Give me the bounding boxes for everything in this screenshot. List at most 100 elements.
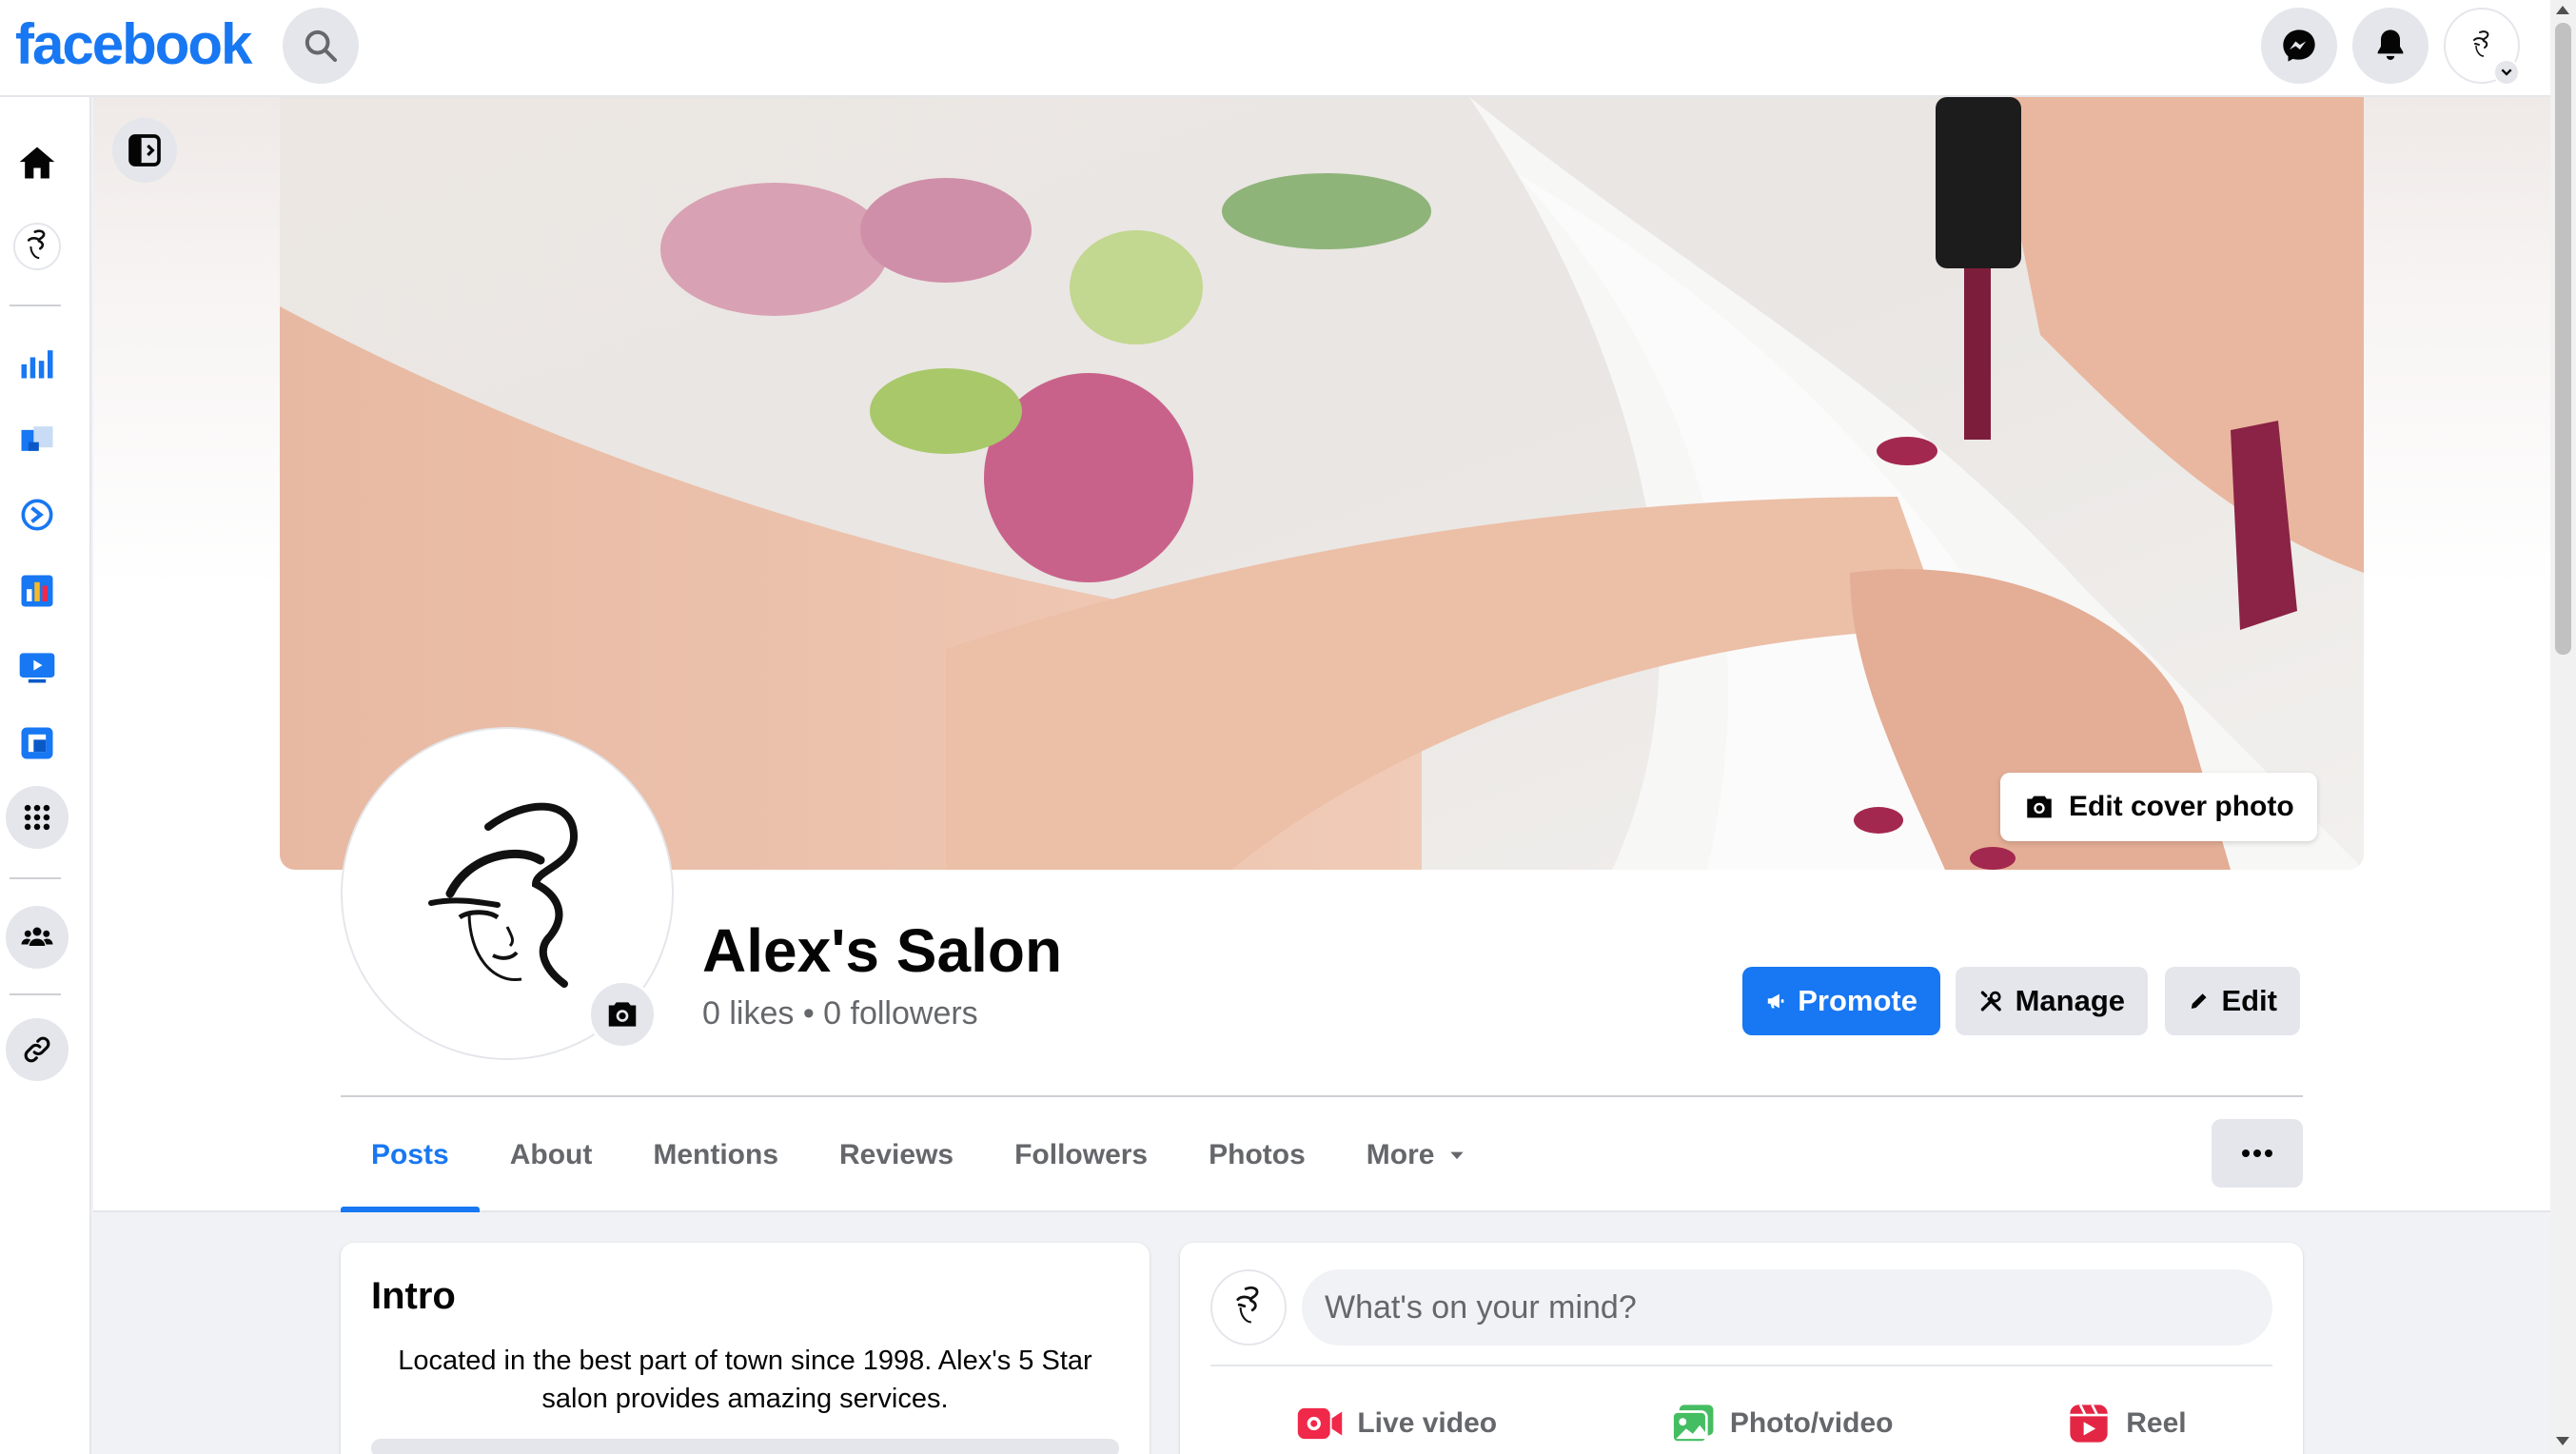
- rail-analytics[interactable]: [10, 563, 65, 619]
- manage-button[interactable]: Manage: [1956, 967, 2148, 1035]
- bell-icon: [2377, 29, 2404, 60]
- promote-label: Promote: [1798, 984, 1917, 1017]
- tab-label: Photos: [1209, 1139, 1306, 1170]
- caret-down-icon: [1450, 1151, 1465, 1160]
- whats-on-your-mind-input[interactable]: [1302, 1269, 2272, 1346]
- tab-mentions[interactable]: Mentions: [622, 1098, 809, 1212]
- rail-divider: [10, 877, 61, 879]
- intro-title: Intro: [371, 1275, 456, 1317]
- search-button[interactable]: [283, 8, 359, 84]
- edit-label: Edit: [2221, 984, 2277, 1017]
- live-video-label: Live video: [1357, 1407, 1498, 1439]
- toggle-sidebar-button[interactable]: [112, 118, 177, 183]
- reel-label: Reel: [2126, 1407, 2187, 1439]
- tab-photos[interactable]: Photos: [1178, 1098, 1336, 1212]
- tab-more[interactable]: More: [1336, 1098, 1498, 1212]
- salon-logo-icon: [1236, 1286, 1259, 1324]
- photo-video-icon: [1671, 1405, 1714, 1444]
- tab-label: Followers: [1014, 1139, 1149, 1170]
- rail-link[interactable]: [6, 1018, 69, 1081]
- rail-groups[interactable]: [6, 906, 69, 969]
- edit-cover-photo-button[interactable]: Edit cover photo: [2000, 773, 2317, 841]
- content-icon: [21, 727, 53, 759]
- tab-label: Mentions: [653, 1139, 779, 1170]
- megaphone-icon: [1767, 993, 1784, 1009]
- scrollbar-thumb[interactable]: [2555, 23, 2571, 655]
- top-bar: facebook: [0, 0, 2550, 97]
- page-scrollbar[interactable]: [2550, 0, 2576, 1454]
- edit-button[interactable]: Edit: [2165, 967, 2300, 1035]
- tab-posts[interactable]: Posts: [341, 1098, 480, 1212]
- tab-label: Posts: [371, 1139, 449, 1170]
- messenger-icon: [2283, 29, 2315, 62]
- rail-insights[interactable]: [10, 335, 65, 390]
- composer-actions: Live video Photo/video Reel: [1210, 1385, 2272, 1454]
- page-stats[interactable]: 0 likes • 0 followers: [702, 995, 978, 1032]
- update-profile-picture-button[interactable]: [588, 980, 657, 1049]
- apps-grid-icon: [24, 804, 50, 831]
- page-title: Alex's Salon: [702, 916, 1063, 985]
- rail-meta-business[interactable]: [10, 487, 65, 542]
- account-menu-chevron[interactable]: [2493, 59, 2520, 86]
- reel-button[interactable]: Reel: [2065, 1385, 2187, 1454]
- meta-business-icon: [21, 499, 53, 531]
- scroll-up-arrow[interactable]: [2556, 6, 2569, 14]
- tab-label: More: [1366, 1139, 1435, 1170]
- manage-label: Manage: [2015, 984, 2125, 1017]
- more-options-button[interactable]: [2212, 1119, 2303, 1188]
- rail-all-tools[interactable]: [6, 786, 69, 849]
- intro-card: Intro Located in the best part of town s…: [341, 1243, 1150, 1454]
- tab-reviews[interactable]: Reviews: [809, 1098, 984, 1212]
- post-composer: Live video Photo/video Reel: [1180, 1243, 2303, 1454]
- live-video-button[interactable]: Live video: [1296, 1385, 1497, 1454]
- promote-button[interactable]: Promote: [1742, 967, 1940, 1035]
- rail-home[interactable]: [10, 135, 65, 190]
- groups-icon: [21, 927, 53, 946]
- camera-icon: [2027, 796, 2052, 818]
- facebook-logo[interactable]: facebook: [15, 11, 252, 77]
- tools-icon: [1980, 991, 2001, 1012]
- salon-logo-icon: [27, 229, 46, 260]
- rail-page-profile[interactable]: [10, 219, 65, 274]
- tab-followers[interactable]: Followers: [984, 1098, 1178, 1212]
- pencil-icon: [2191, 993, 2207, 1009]
- main-content: Edit cover photo Alex's Salon 0 likes • …: [93, 97, 2550, 1454]
- scroll-down-arrow[interactable]: [2556, 1437, 2569, 1445]
- search-icon: [305, 29, 337, 62]
- rail-ads[interactable]: [10, 411, 65, 466]
- page-header: Edit cover photo Alex's Salon 0 likes • …: [93, 97, 2550, 1212]
- photo-video-label: Photo/video: [1729, 1407, 1894, 1439]
- analytics-icon: [21, 575, 53, 607]
- tabs-divider: [341, 1095, 2303, 1097]
- rail-video[interactable]: [10, 639, 65, 695]
- notifications-button[interactable]: [2352, 8, 2429, 84]
- chevron-down-icon: [2501, 69, 2512, 76]
- edit-cover-photo-label: Edit cover photo: [2069, 791, 2294, 822]
- insights-icon: [21, 350, 53, 379]
- ads-icon: [21, 426, 53, 451]
- photo-video-button[interactable]: Photo/video: [1669, 1385, 1894, 1454]
- live-video-icon: [1298, 1407, 1343, 1440]
- rail-content[interactable]: [10, 716, 65, 771]
- video-icon: [19, 653, 55, 683]
- avatar[interactable]: [1210, 1269, 1287, 1346]
- messenger-button[interactable]: [2261, 8, 2337, 84]
- rail-divider: [10, 993, 61, 995]
- page-tabs: Posts About Mentions Reviews Followers P…: [341, 1098, 1497, 1212]
- left-navigation-rail: [0, 97, 91, 1454]
- ellipsis-icon: [2242, 1149, 2272, 1157]
- avatar: [13, 223, 61, 270]
- sidebar-panel-icon: [128, 134, 161, 167]
- composer-divider: [1210, 1365, 2272, 1366]
- reel-icon: [2070, 1404, 2108, 1443]
- camera-icon: [608, 1002, 637, 1027]
- rail-divider: [10, 305, 61, 306]
- intro-bio: Located in the best part of town since 1…: [398, 1346, 1092, 1414]
- salon-logo-icon: [2473, 30, 2489, 57]
- link-icon: [24, 1036, 50, 1063]
- tab-about[interactable]: About: [480, 1098, 623, 1212]
- edit-bio-button[interactable]: [371, 1439, 1119, 1454]
- salon-logo-icon: [428, 802, 579, 988]
- tab-label: Reviews: [839, 1139, 954, 1170]
- home-icon: [19, 147, 55, 179]
